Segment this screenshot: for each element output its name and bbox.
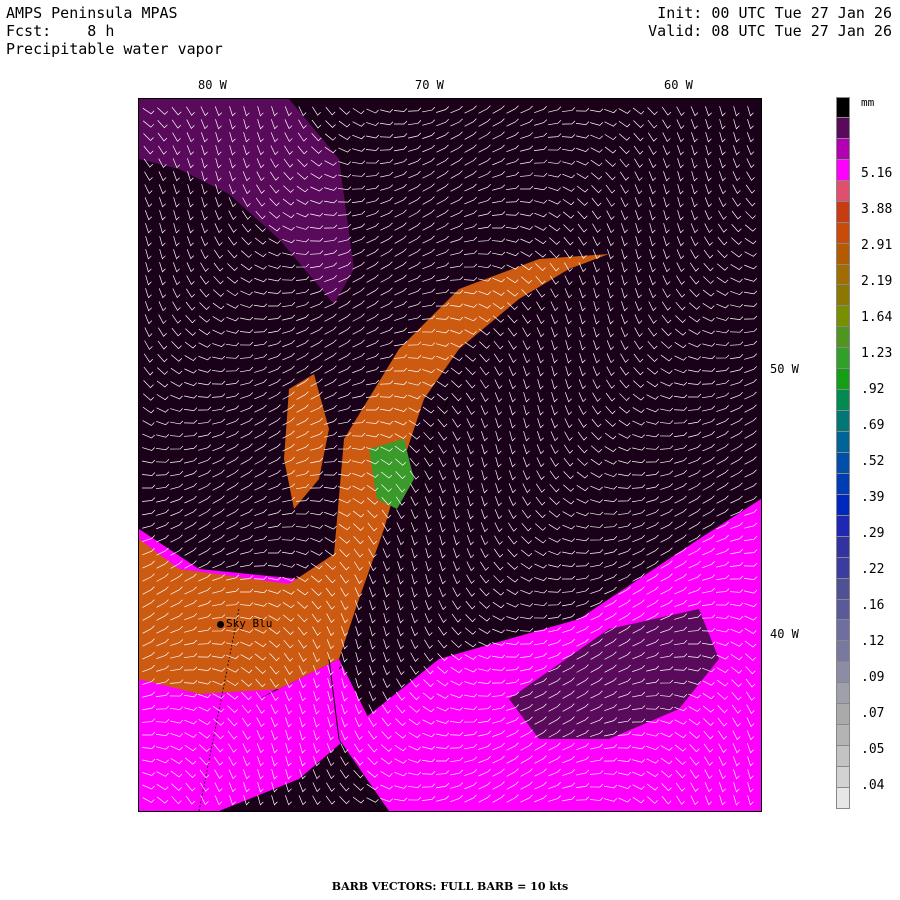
map-field xyxy=(139,99,761,811)
colorbar-label: 1.64 xyxy=(861,309,893,325)
colorbar-cell xyxy=(836,369,850,391)
colorbar-cell xyxy=(836,704,850,726)
colorbar-cell xyxy=(836,787,850,809)
colorbar-cell xyxy=(836,285,850,307)
colorbar-cell xyxy=(836,117,850,139)
colorbar-cell xyxy=(836,201,850,223)
header-left: AMPS Peninsula MPAS Fcst: 8 h Precipitable… xyxy=(6,4,223,58)
colorbar-label: .05 xyxy=(861,742,885,758)
colorbar-cell xyxy=(836,515,850,537)
colorbar-cell xyxy=(836,159,850,181)
valid-time: Valid: 08 UTC Tue 27 Jan 26 xyxy=(648,22,892,40)
field-name: Precipitable water vapor xyxy=(6,40,223,58)
colorbar-cell xyxy=(836,620,850,642)
colorbar-cell xyxy=(836,599,850,621)
colorbar-cell xyxy=(836,683,850,705)
colorbar-cell xyxy=(836,411,850,432)
header-right: Init: 00 UTC Tue 27 Jan 26 Valid: 08 UTC … xyxy=(648,4,892,40)
footer-note: BARB VECTORS: FULL BARB = 10 kts xyxy=(331,880,569,893)
colorbar-label: .12 xyxy=(861,634,885,650)
colorbar-cell xyxy=(836,746,850,767)
colorbar-cell xyxy=(836,473,850,495)
lon-label-60w: 60 W xyxy=(664,78,693,92)
colorbar-label: .39 xyxy=(861,489,885,505)
station-marker xyxy=(217,621,224,628)
colorbar-label: .09 xyxy=(861,670,885,686)
colorbar-cell xyxy=(836,725,850,747)
colorbar-label: .29 xyxy=(861,526,885,541)
colorbar-cell xyxy=(836,264,850,286)
colorbar-cell xyxy=(836,180,850,202)
forecast-hour: Fcst: 8 h xyxy=(6,22,115,40)
lon-label-70w: 70 W xyxy=(415,78,444,92)
colorbar-label: .07 xyxy=(861,706,885,722)
colorbar-label: 3.88 xyxy=(861,201,893,217)
colorbar-cell xyxy=(836,138,850,160)
colorbar-label: 2.91 xyxy=(861,237,893,253)
colorbar-cell xyxy=(836,767,850,788)
lon-label-80w: 80 W xyxy=(198,78,227,92)
colorbar-label: .92 xyxy=(861,381,885,397)
map-panel xyxy=(138,98,762,812)
colorbar-cell xyxy=(836,578,850,600)
colorbar-cell xyxy=(836,97,850,118)
colorbar-unit: mm xyxy=(861,96,875,109)
colorbar-label: 2.19 xyxy=(861,273,893,289)
colorbar-cell xyxy=(836,327,850,349)
colorbar-cell xyxy=(836,452,850,474)
colorbar-cell xyxy=(836,536,850,558)
colorbar-label: .04 xyxy=(861,778,885,794)
colorbar-cell xyxy=(836,306,850,328)
lat-label-50w: 50 W xyxy=(770,362,799,376)
colorbar-label: 5.16 xyxy=(861,165,893,181)
colorbar-cell xyxy=(836,494,850,516)
colorbar-label: .52 xyxy=(861,453,885,469)
colorbar-label: 1.23 xyxy=(861,345,893,361)
colorbar xyxy=(836,97,851,809)
colorbar-cell xyxy=(836,662,850,684)
colorbar-label: .22 xyxy=(861,562,885,578)
colorbar-cell xyxy=(836,432,850,453)
colorbar-cell xyxy=(836,641,850,663)
colorbar-label: .69 xyxy=(861,417,885,433)
colorbar-cell xyxy=(836,243,850,265)
colorbar-cell xyxy=(836,222,850,244)
init-time: Init: 00 UTC Tue 27 Jan 26 xyxy=(657,4,892,22)
colorbar-cell xyxy=(836,557,850,579)
model-title: AMPS Peninsula MPAS xyxy=(6,4,178,22)
lat-label-40w: 40 W xyxy=(770,627,799,641)
station-label: Sky Blu xyxy=(226,617,273,630)
colorbar-cell xyxy=(836,348,850,370)
colorbar-cell xyxy=(836,390,850,412)
colorbar-label: .16 xyxy=(861,598,885,614)
